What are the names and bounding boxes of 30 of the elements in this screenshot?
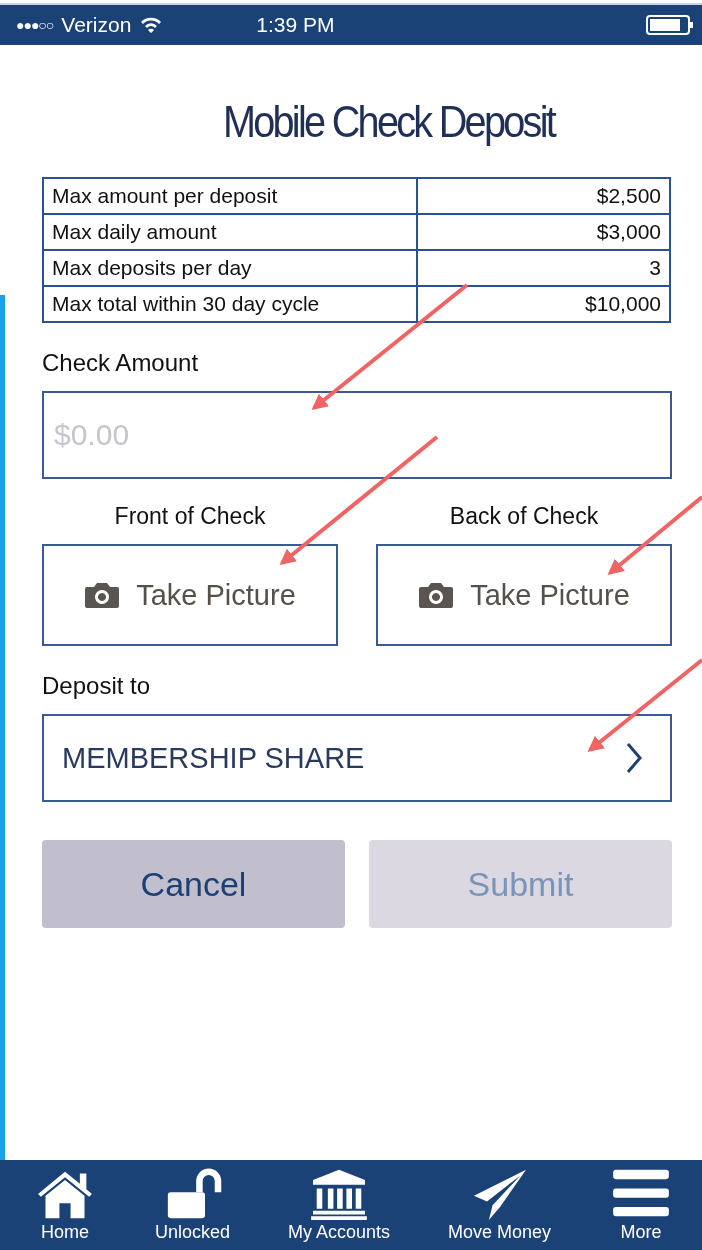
page-title: Mobile Check Deposit (221, 97, 556, 147)
table-cell: $3,000 (417, 214, 670, 250)
amount-field[interactable]: $0.00 (42, 391, 672, 479)
account-select[interactable]: MEMBERSHIP SHARE (42, 714, 672, 802)
photo-label: Front of Check (114, 503, 266, 530)
tab-bar-item[interactable]: More (609, 1167, 673, 1243)
table-cell: Max daily amount (43, 214, 417, 250)
table-cell: Max deposits per day (43, 250, 417, 286)
table-cell: Max amount per deposit (43, 178, 417, 214)
camera-icon (418, 580, 455, 610)
clock: 1:39 PM (256, 13, 336, 37)
table-cell: Max total within 30 day cycle (43, 286, 417, 322)
chevron-right-icon (626, 742, 642, 774)
signal-strength: ●●●○○ (16, 17, 54, 33)
field-label: Check Amount (42, 349, 200, 377)
tab-bar-item[interactable]: Unlocked (154, 1167, 230, 1243)
table-cell: $2,500 (417, 178, 670, 214)
camera-icon (84, 580, 121, 610)
field-label: Deposit to (42, 672, 152, 700)
photo-label: Back of Check (449, 503, 599, 530)
wifi-icon (139, 16, 164, 34)
tab-bar-item[interactable]: Home (33, 1167, 97, 1243)
table-cell: 3 (417, 250, 670, 286)
cancel-button[interactable]: Cancel (42, 840, 345, 928)
carrier: Verizon (61, 13, 132, 37)
tab-bar-item[interactable]: My Accounts (287, 1167, 390, 1243)
tab-bar-item[interactable]: Move Money (448, 1167, 552, 1243)
take-picture-button[interactable]: Take Picture (376, 544, 672, 646)
take-picture-button[interactable]: Take Picture (42, 544, 338, 646)
battery-icon (646, 14, 694, 36)
